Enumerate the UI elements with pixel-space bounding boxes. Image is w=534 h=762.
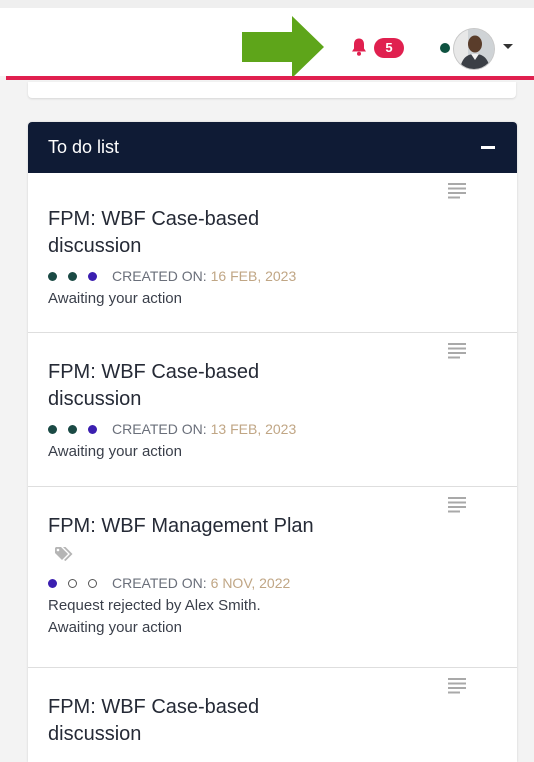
todo-list-header: To do list (28, 122, 517, 173)
todo-item-title: FPM: WBF Management Plan (48, 513, 338, 567)
todo-list-title: To do list (48, 137, 120, 157)
avatar-image (454, 29, 494, 69)
todo-item[interactable]: FPM: WBF Case-based discussion CREATED O… (28, 333, 517, 487)
online-status-dot (440, 43, 450, 53)
created-label: CREATED ON: (112, 575, 207, 591)
created-date: 16 FEB, 2023 (210, 268, 297, 284)
progress-dot (48, 424, 57, 434)
notification-count-badge[interactable]: 5 (374, 38, 404, 58)
notes-lines-icon[interactable] (448, 183, 468, 199)
notes-lines-icon[interactable] (448, 497, 468, 513)
todo-item-meta: CREATED ON: 16 FEB, 2023 (48, 268, 497, 284)
created-date: 6 NOV, 2022 (210, 575, 291, 591)
top-navbar: 5 (0, 0, 534, 78)
progress-dot (68, 424, 77, 434)
green-arrow-annotation (242, 16, 324, 78)
notes-lines-icon[interactable] (448, 678, 468, 694)
header-accent-line (6, 76, 534, 80)
todo-item-status: Awaiting your action (48, 290, 182, 307)
progress-dot (68, 271, 77, 281)
created-label: CREATED ON: (112, 421, 207, 437)
todo-item[interactable]: FPM: WBF Management Plan CREATED ON: 6 N… (28, 487, 517, 668)
notes-lines-icon[interactable] (448, 343, 468, 359)
todo-item-status: Awaiting your action (48, 443, 182, 460)
notification-bell-icon[interactable] (349, 37, 369, 57)
todo-item-meta: CREATED ON: 13 FEB, 2023 (48, 421, 497, 437)
todo-item-status: Awaiting your action (48, 619, 182, 636)
progress-dot (88, 271, 97, 281)
user-menu-caret-icon[interactable] (503, 44, 513, 49)
previous-card-bottom (28, 82, 516, 98)
progress-dot (68, 578, 77, 588)
todo-item-title: FPM: WBF Case-based discussion (48, 208, 260, 257)
todo-item-meta: CREATED ON: 6 NOV, 2022 (48, 575, 497, 591)
created-label: CREATED ON: (112, 268, 207, 284)
todo-item[interactable]: FPM: WBF Case-based discussion (28, 668, 517, 762)
todo-item[interactable]: FPM: WBF Case-based discussion CREATED O… (28, 173, 517, 333)
user-avatar[interactable] (454, 29, 494, 69)
progress-dot (88, 424, 97, 434)
todo-list-panel: To do list FPM: WBF Case-based discussio… (28, 122, 517, 762)
created-date: 13 FEB, 2023 (210, 421, 297, 437)
progress-dot (48, 271, 57, 281)
collapse-minus-icon[interactable] (481, 146, 495, 149)
todo-item-status: Request rejected by Alex Smith. (48, 597, 261, 614)
todo-item-title-text: FPM: WBF Management Plan (48, 515, 314, 537)
todo-item-title: FPM: WBF Case-based discussion (48, 696, 260, 745)
tags-icon (55, 546, 73, 561)
progress-dot (48, 578, 57, 588)
todo-item-title: FPM: WBF Case-based discussion (48, 361, 260, 410)
progress-dot (88, 578, 97, 588)
